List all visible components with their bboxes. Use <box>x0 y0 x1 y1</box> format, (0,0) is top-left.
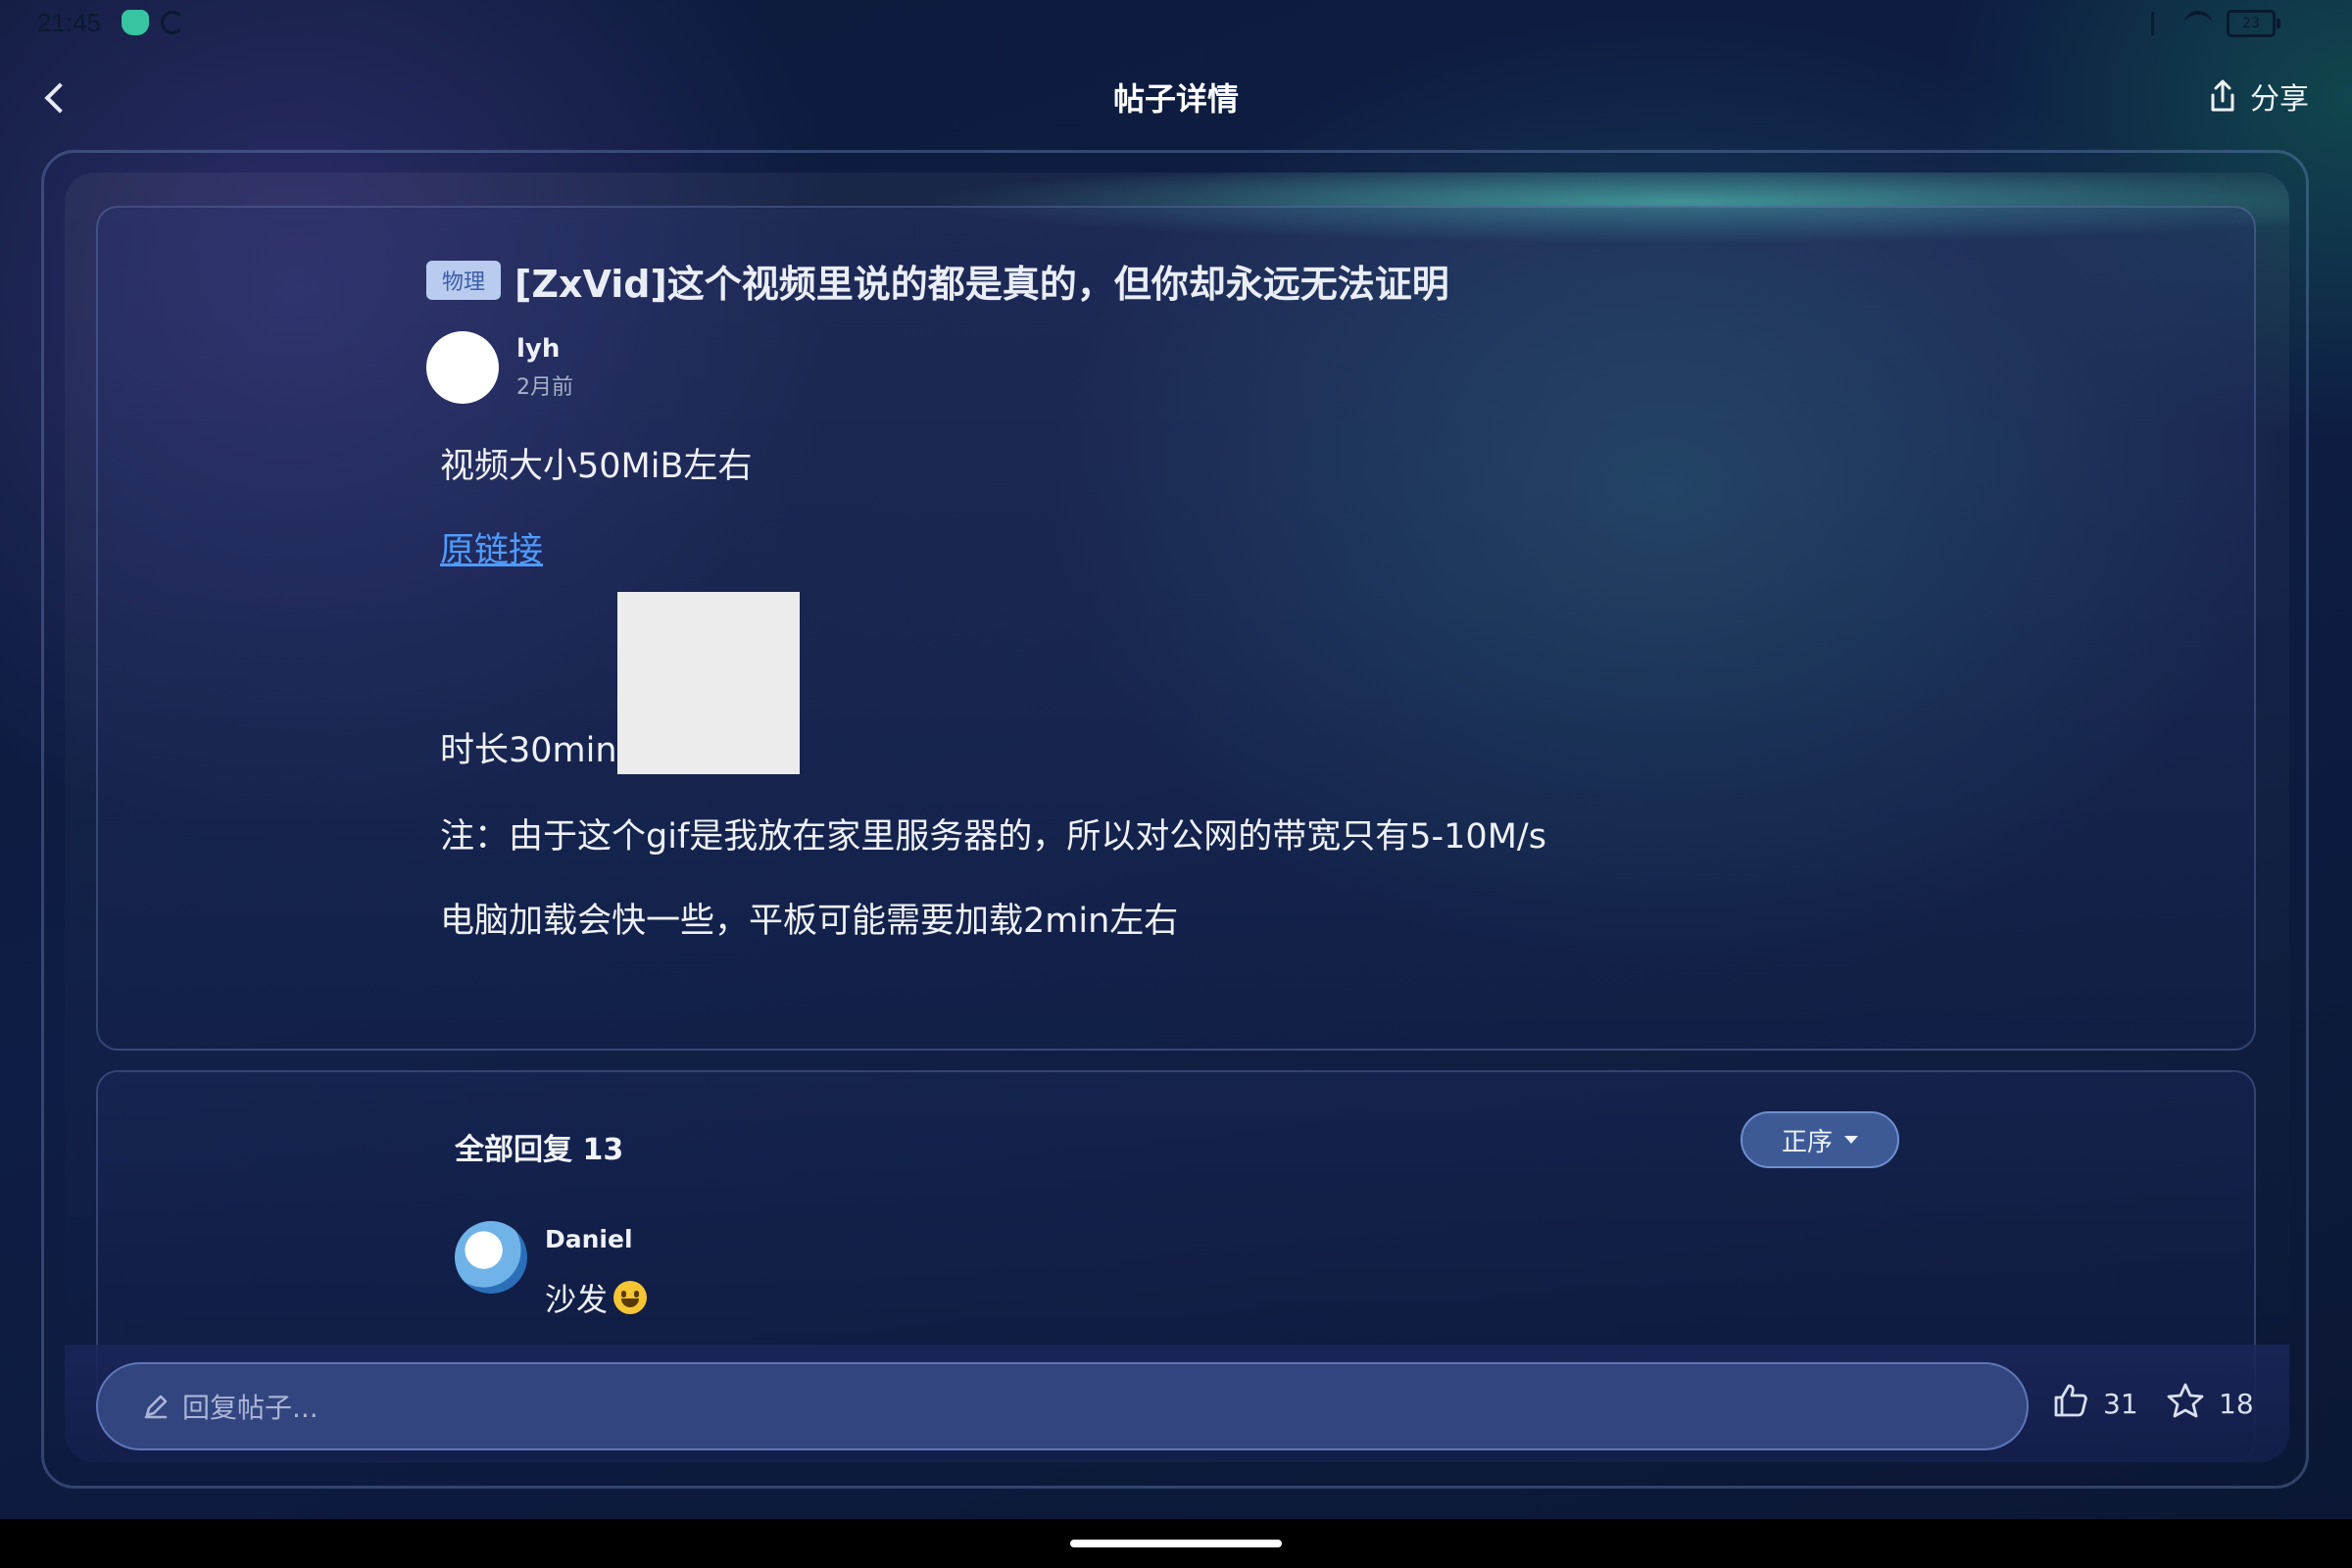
author-name[interactable]: lyh <box>516 334 573 364</box>
share-button[interactable]: 分享 <box>2207 74 2309 118</box>
post-body: 视频大小50MiB左右 原链接 时长30min 注：由于这个gif是我放在家里服… <box>426 443 1994 945</box>
star-icon <box>2166 1382 2205 1426</box>
author-avatar[interactable] <box>426 331 499 404</box>
duration-row: 时长30min <box>440 592 1994 774</box>
post-content: 物理 [ZxVid]这个视频里说的都是真的，但你却永远无法证明 lyh 2月前 … <box>426 257 1994 945</box>
reply-input[interactable]: 回复帖子... <box>96 1362 2029 1450</box>
like-count: 31 <box>2103 1388 2138 1420</box>
favorite-button[interactable]: 18 <box>2166 1382 2254 1426</box>
home-indicator[interactable] <box>1070 1540 1282 1547</box>
wifi-icon <box>2183 11 2213 36</box>
reply-author-name[interactable]: Daniel <box>545 1225 647 1253</box>
post-note-line-2: 电脑加载会快一些，平板可能需要加载2min左右 <box>440 902 1179 941</box>
post-card: 物理 [ZxVid]这个视频里说的都是真的，但你却永远无法证明 lyh 2月前 … <box>96 206 2256 1051</box>
post-size-line: 视频大小50MiB左右 <box>440 447 753 486</box>
battery-icon: 23 <box>2227 10 2280 37</box>
caret-down-icon <box>1844 1136 1858 1144</box>
reply-item: Daniel 沙发 <box>455 1221 648 1320</box>
status-time: 21:45 <box>37 8 102 37</box>
share-icon <box>2207 79 2238 113</box>
reply-text-row: 沙发 <box>545 1275 648 1320</box>
post-time: 2月前 <box>516 375 573 400</box>
replies-count-header: 全部回复 13 <box>455 1133 624 1167</box>
thumbs-up-icon <box>2052 1382 2089 1426</box>
reply-meta: Daniel 沙发 <box>545 1221 648 1320</box>
favorite-count: 18 <box>2219 1388 2254 1420</box>
reply-placeholder: 回复帖子... <box>182 1392 318 1424</box>
app-notification-icon <box>122 10 149 35</box>
sync-icon <box>161 11 184 34</box>
author-row: lyh 2月前 <box>426 331 1994 404</box>
post-title-row: 物理 [ZxVid]这个视频里说的都是真的，但你却永远无法证明 <box>426 257 1994 306</box>
top-bar: 帖子详情 分享 <box>0 59 2352 137</box>
author-meta: lyh 2月前 <box>516 334 573 401</box>
sort-order-dropdown[interactable]: 正序 <box>1740 1111 1899 1168</box>
post-title: [ZxVid]这个视频里说的都是真的，但你却永远无法证明 <box>514 262 1449 306</box>
sort-order-label: 正序 <box>1781 1127 1833 1157</box>
pencil-icon <box>143 1394 169 1419</box>
category-tag[interactable]: 物理 <box>426 261 502 300</box>
like-button[interactable]: 31 <box>2052 1382 2138 1426</box>
status-bar: 21:45 23 <box>0 0 2352 49</box>
smile-emoji-icon <box>613 1281 648 1314</box>
share-label: 分享 <box>2250 82 2309 117</box>
status-icons: 23 <box>2151 10 2280 37</box>
bluetooth-icon <box>2151 12 2170 35</box>
page-title: 帖子详情 <box>1112 80 1239 118</box>
post-duration-line: 时长30min <box>440 731 617 770</box>
gif-image[interactable] <box>616 592 800 774</box>
original-link[interactable]: 原链接 <box>440 527 543 574</box>
reply-avatar[interactable] <box>455 1221 527 1294</box>
reply-text: 沙发 <box>545 1281 609 1318</box>
post-note-line-1: 注：由于这个gif是我放在家里服务器的，所以对公网的带宽只有5-10M/s <box>440 817 1546 857</box>
